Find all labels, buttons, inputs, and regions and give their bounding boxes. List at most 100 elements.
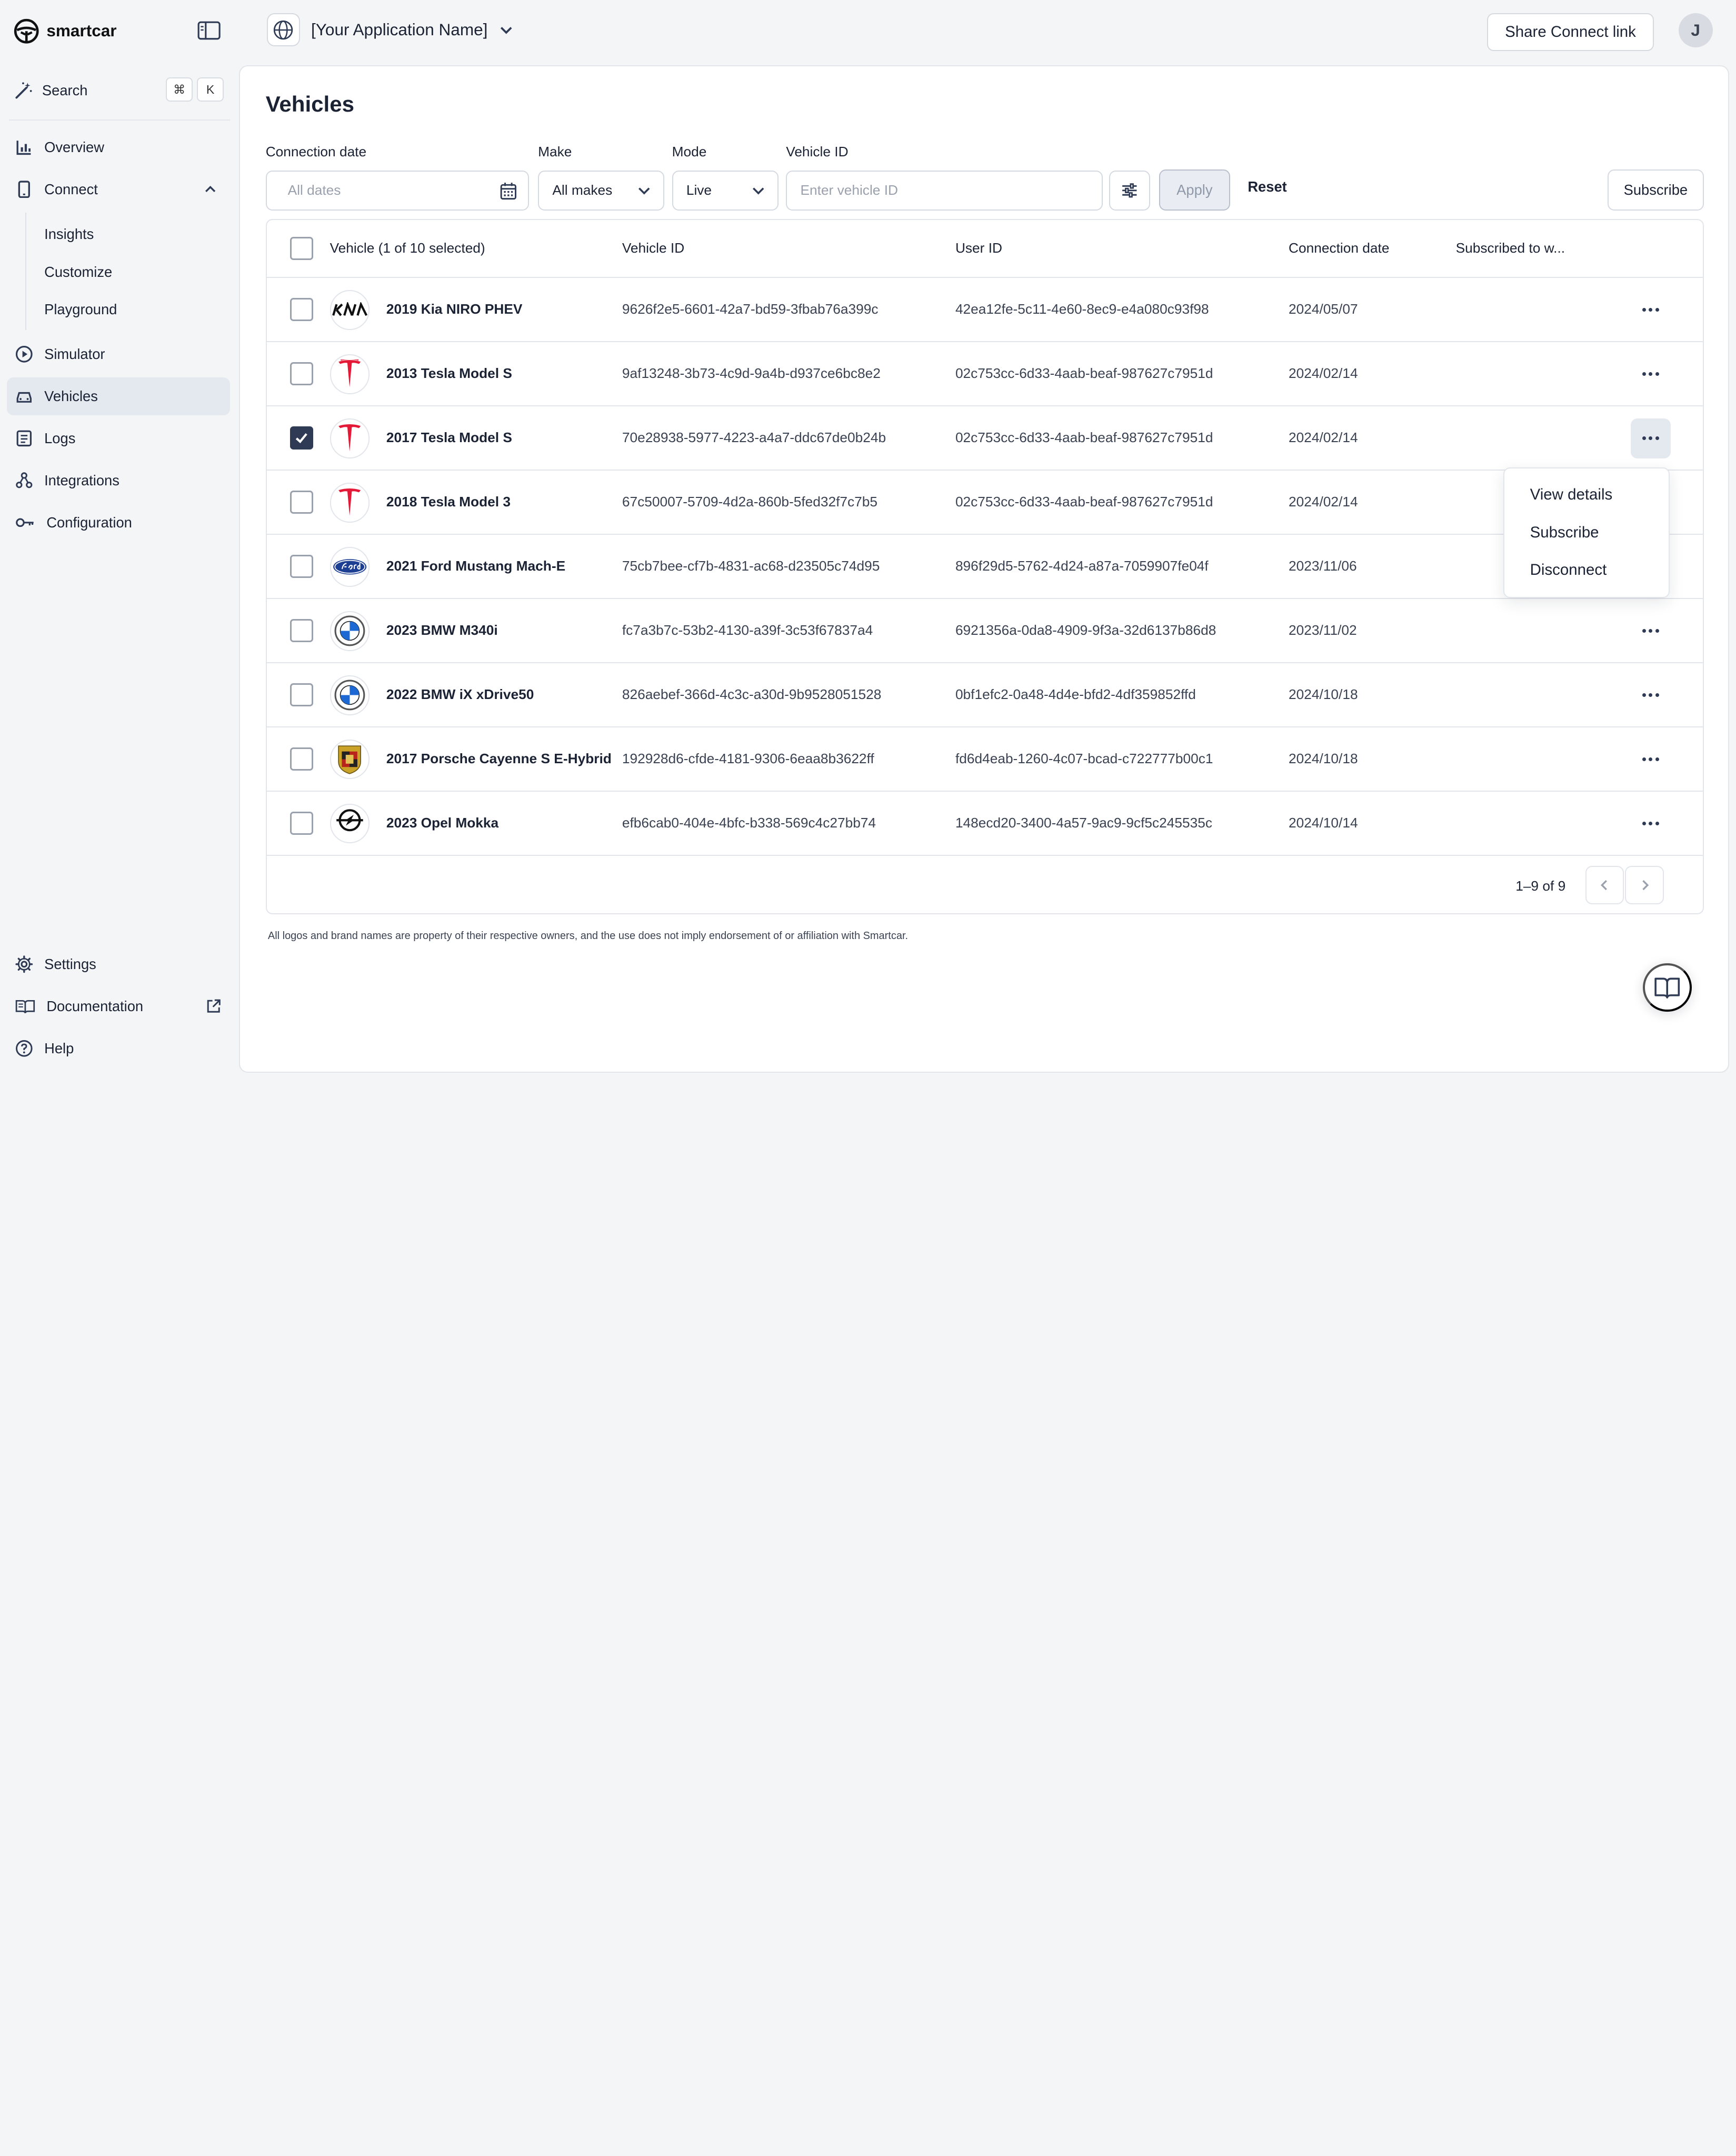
table-row[interactable]: 2013 Tesla Model S 9af13248-3b73-4c9d-9a… [266, 342, 1703, 406]
row-actions-button[interactable] [1631, 354, 1671, 394]
vehicle-name: 2023 BMW M340i [386, 622, 498, 638]
globe-icon [274, 20, 293, 39]
sidebar-item-label: Overview [44, 138, 104, 155]
table-row[interactable]: 2023 Opel Mokka efb6cab0-404e-4bfc-b338-… [266, 792, 1703, 856]
row-checkbox[interactable] [290, 811, 313, 835]
vehicle-id: 826aebef-366d-4c3c-a30d-9b9528051528 [622, 686, 882, 702]
chevron-left-icon [1600, 880, 1607, 890]
shortcut-key-cmd: ⌘ [166, 77, 193, 102]
vehicle-id: efb6cab0-404e-4bfc-b338-569c4c27bb74 [622, 814, 876, 831]
sidebar-item-vehicles[interactable]: Vehicles [6, 377, 231, 415]
table-row[interactable]: 2017 Porsche Cayenne S E-Hybrid 192928d6… [266, 727, 1703, 792]
chevron-up-icon[interactable] [204, 183, 217, 196]
sidebar-subitem-customize[interactable]: Customize [44, 264, 112, 281]
brand-logo[interactable]: smartcar [13, 18, 117, 44]
sidebar-item-help[interactable]: Help [7, 1030, 231, 1067]
row-checkbox[interactable] [290, 683, 313, 706]
connection-date: 2024/05/07 [1289, 301, 1358, 317]
previous-page-button[interactable] [1585, 865, 1624, 905]
row-checkbox[interactable] [290, 362, 313, 385]
sidebar-item-settings[interactable]: Settings [7, 945, 231, 983]
user-id: 896f29d5-5762-4d24-a87a-7059907fe04f [955, 557, 1209, 574]
sidebar-item-logs[interactable]: Logs [7, 420, 231, 457]
sidebar: smartcar Search ⌘ K Overview Connect Ins… [0, 0, 239, 1079]
sidebar-subitem-playground[interactable]: Playground [44, 301, 117, 318]
menu-item-disconnect[interactable]: Disconnect [1530, 561, 1607, 579]
table-row[interactable]: 2023 BMW M340i fc7a3b7c-53b2-4130-a39f-3… [266, 599, 1703, 663]
vehicle-name: 2019 Kia NIRO PHEV [386, 301, 523, 317]
row-actions-button[interactable] [1631, 740, 1671, 780]
more-horizontal-icon [1642, 757, 1659, 762]
row-checkbox[interactable] [290, 618, 313, 642]
calendar-icon [500, 182, 516, 199]
table-row[interactable]: 2018 Tesla Model 3 67c50007-5709-4d2a-86… [266, 471, 1703, 535]
external-link-icon[interactable] [206, 999, 221, 1014]
apply-button[interactable]: Apply [1159, 169, 1230, 211]
sidebar-item-simulator[interactable]: Simulator [7, 335, 231, 373]
porsche-logo-icon [330, 739, 370, 780]
connection-date: 2024/02/14 [1289, 365, 1358, 381]
row-actions-button[interactable] [1631, 290, 1671, 330]
table-row[interactable]: 2022 BMW iX xDrive50 826aebef-366d-4c3c-… [266, 663, 1703, 727]
make-select[interactable]: All makes [538, 170, 664, 211]
table-row[interactable]: 2021 Ford Mustang Mach-E 75cb7bee-cf7b-4… [266, 535, 1703, 599]
row-actions-button[interactable] [1631, 611, 1671, 651]
bar-chart-icon [16, 141, 31, 155]
bmw-logo-icon [330, 675, 370, 715]
sidebar-item-overview[interactable]: Overview [7, 128, 231, 166]
connection-date-picker[interactable]: All dates [265, 170, 530, 211]
row-actions-button[interactable] [1631, 804, 1671, 844]
more-horizontal-icon [1642, 822, 1659, 826]
avatar[interactable]: J [1678, 13, 1713, 48]
table-row[interactable]: 2019 Kia NIRO PHEV 9626f2e5-6601-42a7-bd… [266, 278, 1703, 342]
play-circle-icon [16, 346, 33, 363]
sidebar-item-documentation[interactable]: Documentation [7, 987, 231, 1025]
sidebar-item-connect[interactable]: Connect [7, 171, 231, 208]
help-circle-icon [16, 1040, 33, 1057]
row-checkbox[interactable] [290, 490, 313, 514]
connection-date-label: Connection date [265, 144, 367, 160]
advanced-filters-button[interactable] [1109, 170, 1151, 211]
vehicle-name: 2018 Tesla Model 3 [386, 493, 511, 510]
connection-date-placeholder: All dates [287, 182, 341, 198]
table-row[interactable]: 2017 Tesla Model S 70e28938-5977-4223-a4… [266, 406, 1703, 471]
menu-item-subscribe[interactable]: Subscribe [1530, 524, 1599, 542]
select-all-checkbox[interactable] [290, 236, 313, 261]
vehicle-id: 70e28938-5977-4223-a4a7-ddc67de0b24b [622, 429, 886, 445]
bmw-logo-icon [330, 611, 370, 651]
table-header: Vehicle (1 of 10 selected) Vehicle ID Us… [266, 220, 1703, 278]
application-selector[interactable]: [Your Application Name] [266, 13, 514, 47]
more-horizontal-icon [1642, 372, 1659, 376]
row-checkbox[interactable] [290, 297, 313, 321]
vehicle-id-placeholder: Enter vehicle ID [800, 182, 898, 198]
row-checkbox[interactable] [290, 747, 313, 771]
tesla-logo-icon [330, 418, 370, 458]
legal-footnote: All logos and brand names are property o… [267, 930, 909, 942]
app: smartcar Search ⌘ K Overview Connect Ins… [0, 0, 1736, 1079]
share-connect-link-button[interactable]: Share Connect link [1486, 13, 1654, 51]
vehicle-id-input[interactable]: Enter vehicle ID [786, 170, 1103, 211]
next-page-button[interactable] [1625, 865, 1664, 905]
sidebar-item-label: Simulator [44, 346, 105, 363]
subscribe-button[interactable]: Subscribe [1607, 169, 1704, 211]
row-actions-button[interactable] [1631, 675, 1671, 715]
header-connection-date: Connection date [1289, 240, 1390, 256]
pagination-range: 1–9 of 9 [1515, 877, 1566, 894]
sidebar-item-configuration[interactable]: Configuration [7, 504, 231, 542]
row-checkbox[interactable] [290, 426, 313, 450]
search-button[interactable]: Search ⌘ K [13, 77, 224, 104]
sidebar-item-integrations[interactable]: Integrations [7, 462, 231, 500]
help-center-button[interactable] [1643, 963, 1692, 1012]
sidebar-toggle-icon[interactable] [197, 20, 221, 42]
mode-select[interactable]: Live [672, 170, 779, 211]
vehicle-name: 2021 Ford Mustang Mach-E [386, 557, 566, 574]
reset-button[interactable]: Reset [1248, 178, 1286, 195]
app-icon [266, 13, 300, 47]
sidebar-subitem-insights[interactable]: Insights [44, 226, 94, 243]
row-actions-button[interactable] [1630, 418, 1671, 458]
vehicle-name: 2017 Tesla Model S [386, 429, 512, 445]
vehicle-name: 2013 Tesla Model S [386, 365, 512, 381]
row-checkbox[interactable] [290, 554, 313, 578]
connection-date: 2024/02/14 [1289, 493, 1358, 510]
menu-item-view-details[interactable]: View details [1530, 486, 1613, 504]
